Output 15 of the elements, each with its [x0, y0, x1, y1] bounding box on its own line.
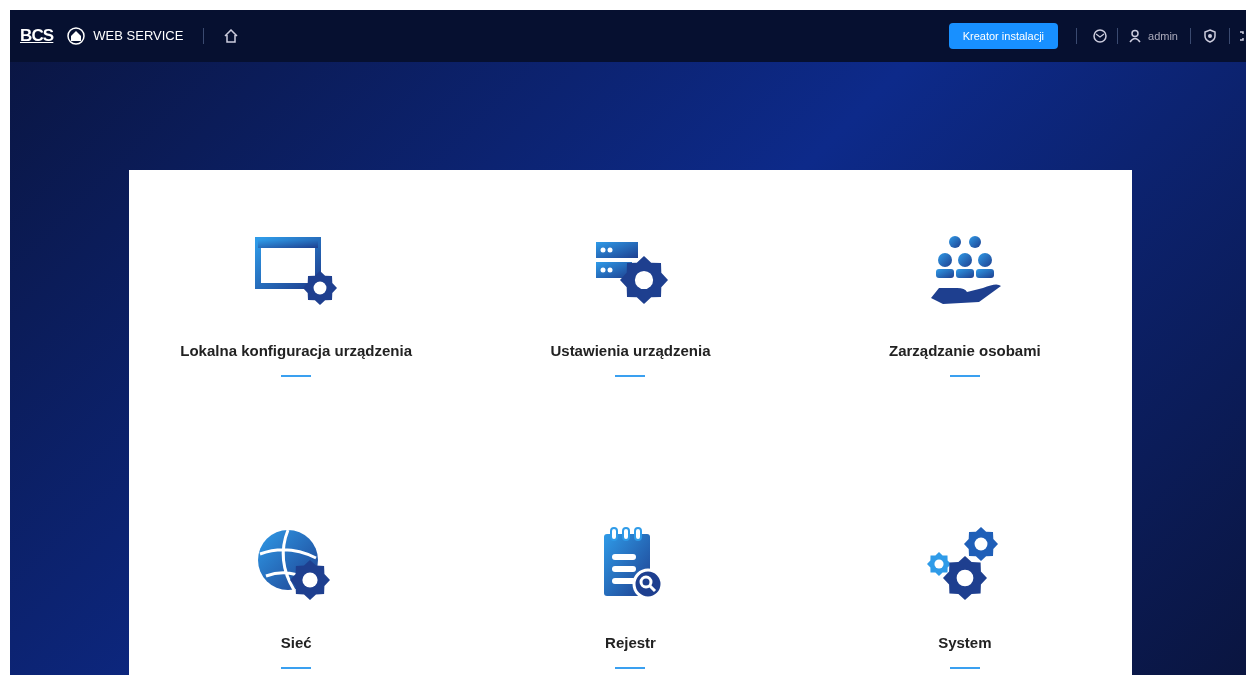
username[interactable]: admin [1148, 27, 1178, 45]
tile-label[interactable]: Lokalna konfiguracja urządzenia [180, 340, 413, 363]
house-circle-icon [67, 27, 86, 45]
tile-label[interactable]: Zarządzanie osobami [888, 340, 1041, 363]
logo: BCS [20, 25, 54, 48]
tile-label[interactable]: System [938, 632, 992, 655]
tile-label[interactable]: Rejestr [605, 632, 656, 655]
home-icon[interactable] [224, 29, 239, 43]
expand-icon[interactable] [1240, 29, 1246, 43]
globe-icon[interactable] [1093, 29, 1108, 43]
tile-label[interactable]: Ustawienia urządzenia [550, 340, 711, 363]
tile-label[interactable]: Sieć [280, 632, 312, 655]
shield-icon[interactable] [1203, 29, 1217, 43]
app-title: WEB SERVICE [93, 27, 184, 46]
user-icon[interactable] [1128, 29, 1143, 43]
